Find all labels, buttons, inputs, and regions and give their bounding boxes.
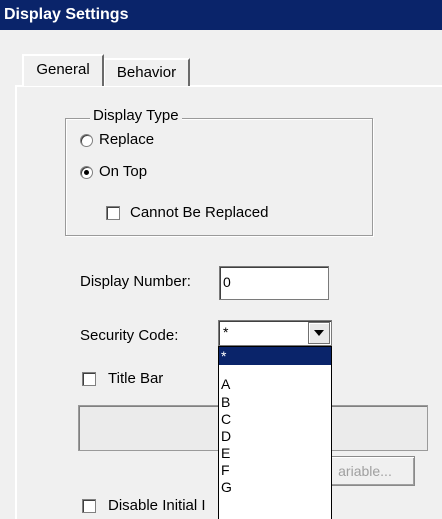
on-top-radio-label[interactable]: On Top [99,163,147,181]
security-code-label: Security Code: [80,327,179,344]
display-settings-window: Display Settings General Behavior Displa… [0,0,442,519]
on-top-radio[interactable] [80,166,93,179]
variable-button-label: ariable... [338,463,392,479]
disable-initial-checkbox[interactable] [82,499,96,513]
chevron-down-icon[interactable] [308,322,330,344]
title-bar-checkbox[interactable] [82,372,96,386]
display-number-label: Display Number: [80,273,191,290]
cannot-be-replaced-checkbox[interactable] [106,206,120,220]
dropdown-option[interactable]: C [219,412,331,426]
security-code-dropdown-list[interactable]: * A B C D E F G [218,346,332,519]
window-title: Display Settings [0,0,442,30]
security-code-value: * [223,324,229,340]
tab-general[interactable]: General [22,54,104,86]
display-number-input[interactable]: 0 [219,266,329,300]
dropdown-option[interactable]: A [219,377,331,391]
dropdown-option[interactable]: E [219,446,331,460]
dropdown-option[interactable]: G [219,480,331,494]
security-code-combo[interactable]: * [218,320,332,346]
title-bar-label[interactable]: Title Bar [108,370,163,388]
replace-radio[interactable] [80,134,93,147]
cannot-be-replaced-label[interactable]: Cannot Be Replaced [130,204,268,222]
dropdown-option[interactable]: B [219,395,331,409]
display-type-legend: Display Type [90,107,182,125]
disable-initial-label[interactable]: Disable Initial I [108,497,206,515]
dropdown-option[interactable]: D [219,429,331,443]
dropdown-option[interactable]: F [219,463,331,477]
replace-radio-label[interactable]: Replace [99,131,154,149]
tab-behavior[interactable]: Behavior [104,58,190,86]
dropdown-option[interactable]: * [219,347,331,365]
